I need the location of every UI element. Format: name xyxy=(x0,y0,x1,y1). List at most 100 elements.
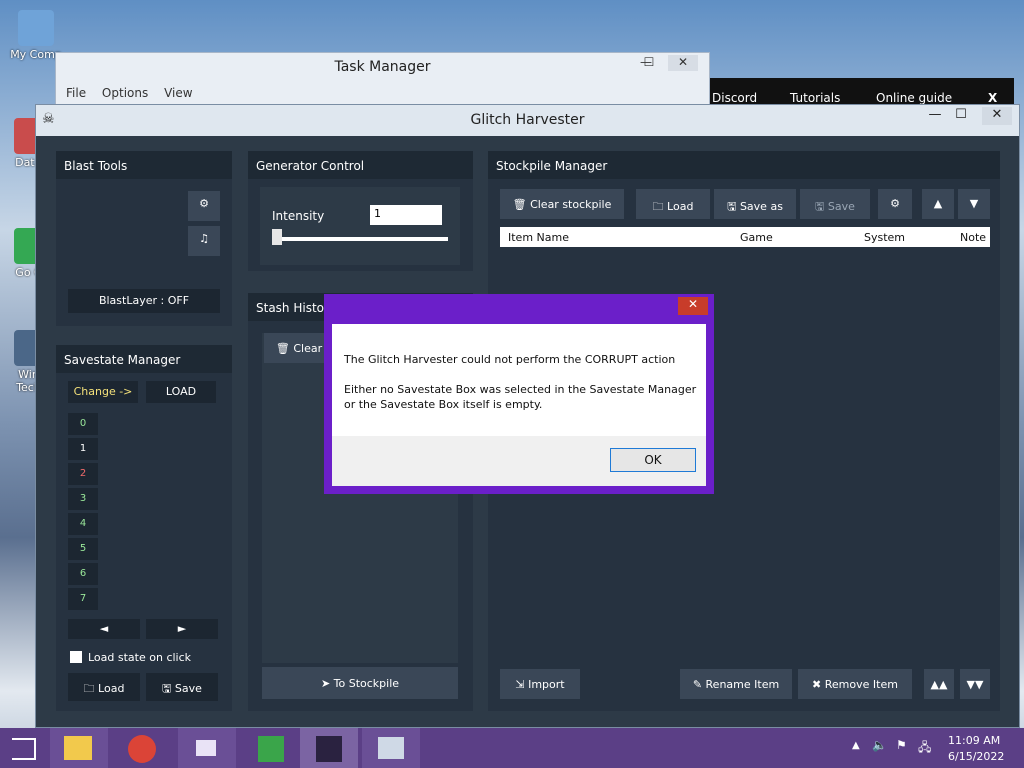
move-up-icon[interactable]: ▲ xyxy=(922,189,954,219)
load-stockpile-button[interactable]: 🗀 Load xyxy=(636,189,710,219)
load-on-click-checkbox[interactable] xyxy=(70,651,82,663)
task-manager-icon xyxy=(378,737,404,759)
move-bottom-icon[interactable]: ▼▼ xyxy=(960,669,990,699)
blastlayer-button[interactable]: BlastLayer : OFF xyxy=(68,289,220,313)
menu-options[interactable]: Options xyxy=(102,86,148,100)
column-note[interactable]: Note xyxy=(960,231,986,244)
previous-page-button[interactable]: ◄ xyxy=(68,619,140,639)
savestate-slot[interactable]: 4 xyxy=(68,513,98,535)
chrome-taskbar-button[interactable] xyxy=(114,728,172,768)
task-manager-taskbar-button[interactable] xyxy=(362,728,420,768)
button-label: Clear xyxy=(293,342,323,355)
dialog-footer: OK xyxy=(332,436,706,486)
savestate-slot[interactable]: 0 xyxy=(68,413,98,435)
dialog-message: The Glitch Harvester could not perform t… xyxy=(344,352,696,412)
save-button[interactable]: 🖫 Save xyxy=(146,673,218,701)
savestate-slot[interactable]: 7 xyxy=(68,588,98,610)
change-button[interactable]: Change -> xyxy=(68,381,138,403)
savestate-slot[interactable]: 3 xyxy=(68,488,98,510)
load-button[interactable]: 🗀 Load xyxy=(68,673,140,701)
button-label: Remove Item xyxy=(824,678,898,691)
save-as-button[interactable]: 🖫 Save as xyxy=(714,189,796,219)
emulator-taskbar-button[interactable] xyxy=(242,728,300,768)
close-button[interactable]: ✕ xyxy=(668,55,698,71)
move-down-icon[interactable]: ▼ xyxy=(958,189,990,219)
savestate-slot[interactable]: 5 xyxy=(68,538,98,560)
error-dialog: ✕ The Glitch Harvester could not perform… xyxy=(324,294,714,494)
trash-icon: 🗑 xyxy=(512,198,531,211)
column-item-name[interactable]: Item Name xyxy=(508,231,569,244)
file-explorer-taskbar-button[interactable] xyxy=(50,728,108,768)
column-game[interactable]: Game xyxy=(740,231,773,244)
close-button[interactable]: X xyxy=(988,91,997,105)
slider-handle[interactable] xyxy=(272,229,282,245)
panel-title: Stockpile Manager xyxy=(488,151,1000,179)
volume-mute-icon[interactable]: 🔈 xyxy=(872,738,887,752)
start-button[interactable] xyxy=(0,728,46,768)
panel-title: Blast Tools xyxy=(56,151,232,179)
stockpile-table-header: Item Name Game System Note xyxy=(500,227,990,247)
system-tray: ▲ 🔈 ⚑ 🖧 11:09 AM 6/15/2022 xyxy=(844,728,1024,768)
title-bar: ☠ Glitch Harvester — ☐ ✕ xyxy=(36,105,1019,136)
gear-icon[interactable]: ⚙ xyxy=(878,189,912,219)
save-stockpile-button[interactable]: 🖫 Save xyxy=(800,189,870,219)
button-label: Save as xyxy=(739,200,783,213)
savestate-slot[interactable]: 2 xyxy=(68,463,98,485)
dialog-line: Either no Savestate Box was selected in … xyxy=(344,383,697,396)
button-label: Load xyxy=(98,682,125,695)
chrome-icon xyxy=(128,735,156,763)
remove-item-button[interactable]: ✖ Remove Item xyxy=(798,669,912,699)
button-label: To Stockpile xyxy=(333,677,400,690)
folder-icon: 🗀 xyxy=(652,200,668,213)
ok-button[interactable]: OK xyxy=(610,448,696,472)
folder-icon xyxy=(64,736,92,760)
rename-item-button[interactable]: ✎ Rename Item xyxy=(680,669,792,699)
dialog-line: The Glitch Harvester could not perform t… xyxy=(344,353,676,366)
glitch-harvester-taskbar-button[interactable] xyxy=(300,728,358,768)
pencil-icon: ✎ xyxy=(692,678,706,691)
panel-title: Savestate Manager xyxy=(56,345,232,373)
savestate-slot[interactable]: 6 xyxy=(68,563,98,585)
clear-stockpile-button[interactable]: 🗑 Clear stockpile xyxy=(500,189,624,219)
gear-icon[interactable]: ⚙ xyxy=(188,191,220,221)
send-icon: ➤ xyxy=(320,677,334,690)
menu-bar: File Options View xyxy=(66,86,205,100)
import-button[interactable]: ⇲ Import xyxy=(500,669,580,699)
app-taskbar-button[interactable] xyxy=(178,728,236,768)
maximize-button[interactable]: ☐ xyxy=(634,55,664,71)
task-manager-window[interactable]: Task Manager File Options View — ☐ ✕ xyxy=(55,52,710,112)
network-icon[interactable]: 🖧 xyxy=(918,738,931,759)
intensity-slider[interactable] xyxy=(272,237,448,241)
dialog-body: The Glitch Harvester could not perform t… xyxy=(332,324,706,486)
import-icon: ⇲ xyxy=(515,678,529,691)
online-guide-link[interactable]: Online guide xyxy=(876,91,952,105)
load-savestate-button[interactable]: LOAD xyxy=(146,381,216,403)
discord-link-bar: Discord Tutorials Online guide X xyxy=(710,78,1014,106)
save-icon: 🖫 xyxy=(162,682,175,695)
clock-date[interactable]: 6/15/2022 xyxy=(948,750,1004,763)
x-icon: ✖ xyxy=(812,678,825,691)
button-label: Import xyxy=(528,678,565,691)
chevron-up-icon[interactable]: ▲ xyxy=(852,740,860,751)
column-system[interactable]: System xyxy=(864,231,905,244)
button-label: Clear stockpile xyxy=(530,198,612,211)
panel-title: Generator Control xyxy=(248,151,473,179)
glitch-icon xyxy=(316,736,342,762)
discord-link[interactable]: Discord xyxy=(712,91,757,105)
to-stockpile-button[interactable]: ➤ To Stockpile xyxy=(262,667,458,699)
window-title: Glitch Harvester xyxy=(470,112,585,128)
tutorials-link[interactable]: Tutorials xyxy=(790,91,840,105)
dialog-close-button[interactable]: ✕ xyxy=(678,297,708,315)
menu-view[interactable]: View xyxy=(164,86,192,100)
save-icon: 🖫 xyxy=(727,200,740,213)
clock-time[interactable]: 11:09 AM xyxy=(948,734,1000,747)
menu-file[interactable]: File xyxy=(66,86,86,100)
next-page-button[interactable]: ► xyxy=(146,619,218,639)
music-icon[interactable]: ♫ xyxy=(188,226,220,256)
intensity-input[interactable]: 1 xyxy=(370,205,442,225)
move-top-icon[interactable]: ▲▲ xyxy=(924,669,954,699)
close-button[interactable]: ✕ xyxy=(982,107,1012,125)
flag-icon[interactable]: ⚑ xyxy=(896,738,907,752)
savestate-slot[interactable]: 1 xyxy=(68,438,98,460)
maximize-button[interactable]: ☐ xyxy=(946,107,976,125)
